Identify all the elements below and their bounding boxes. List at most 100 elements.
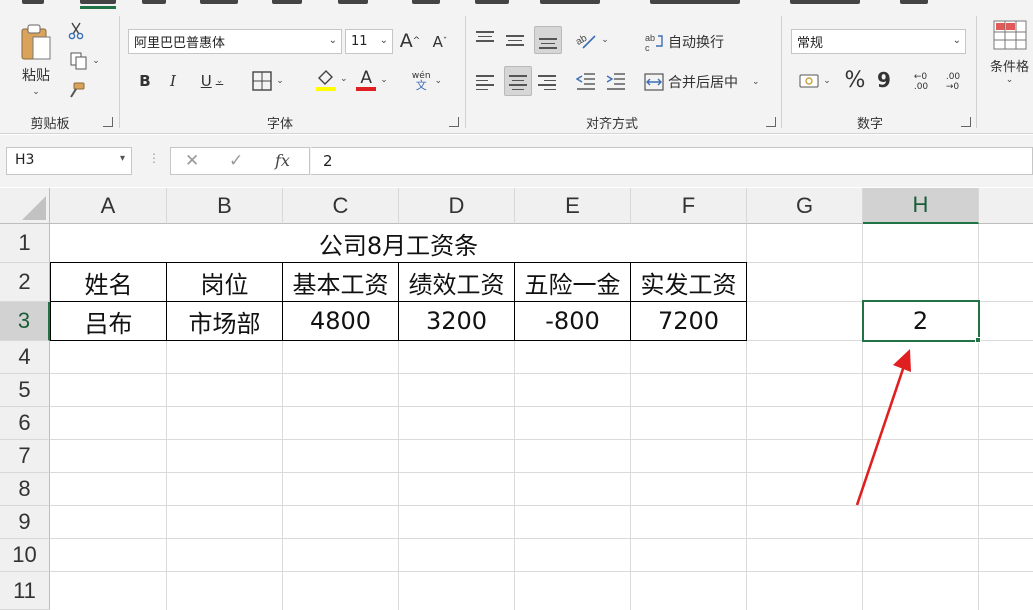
phonetic-guide-button[interactable]: wén 文 ⌄ [404, 66, 450, 96]
decrease-decimal-button[interactable]: .00 →0 [940, 68, 966, 96]
fill-handle[interactable] [975, 337, 981, 343]
tab-extra2-fragment[interactable] [900, 0, 928, 4]
tab-data-fragment[interactable] [338, 0, 368, 4]
cell-f2[interactable]: 实发工资 [631, 263, 746, 301]
accounting-format-icon [799, 74, 819, 88]
tab-insert-fragment[interactable] [142, 0, 166, 4]
font-size-combo[interactable]: 11 ⌄ [345, 29, 393, 54]
cell-c2[interactable]: 基本工资 [283, 263, 398, 301]
align-right-button[interactable] [538, 68, 562, 94]
number-launcher-icon[interactable] [961, 117, 971, 127]
row-header-1[interactable]: 1 [0, 224, 50, 263]
orientation-button[interactable]: ab ⌄ [572, 26, 612, 54]
alignment-launcher-icon[interactable] [766, 117, 776, 127]
row-header-11[interactable]: 11 [0, 572, 50, 610]
row-header-7[interactable]: 7 [0, 440, 50, 473]
paste-button[interactable]: 粘贴 ⌄ [14, 20, 58, 100]
row-header-6[interactable]: 6 [0, 407, 50, 440]
column-header-d[interactable]: D [399, 188, 515, 224]
cell-e2[interactable]: 五险一金 [515, 263, 630, 301]
row-header-8[interactable]: 8 [0, 473, 50, 506]
align-left-button[interactable] [476, 68, 500, 94]
italic-button[interactable]: I [162, 68, 184, 94]
name-box[interactable]: H3 ▾ [6, 147, 132, 175]
align-middle-button[interactable] [506, 26, 530, 52]
copy-button[interactable]: ⌄ [64, 50, 106, 72]
cell-d2[interactable]: 绩效工资 [399, 263, 514, 301]
align-bottom-button[interactable] [534, 26, 562, 54]
formula-bar-grip-icon[interactable]: ⋮ [148, 151, 160, 165]
column-header-e[interactable]: E [515, 188, 631, 224]
font-name-combo[interactable]: 阿里巴巴普惠体 ⌄ [128, 29, 342, 54]
column-header-g[interactable]: G [747, 188, 863, 224]
tab-help-fragment[interactable] [650, 0, 740, 4]
bold-button[interactable]: B [134, 68, 156, 94]
row-header-3[interactable]: 3 [0, 302, 50, 341]
cell-e3[interactable]: -800 [515, 302, 630, 340]
gridline [50, 538, 1033, 539]
tab-file-fragment[interactable] [22, 0, 44, 4]
cancel-entry-icon[interactable]: ✕ [185, 151, 199, 171]
copy-dropdown-icon[interactable]: ⌄ [92, 56, 100, 66]
tab-review-fragment[interactable] [412, 0, 440, 4]
cell-d3[interactable]: 3200 [399, 302, 514, 340]
cell-a3[interactable]: 吕布 [51, 302, 166, 340]
shrink-font-button[interactable]: Aˇ [428, 30, 452, 54]
percent-button[interactable]: % [842, 66, 868, 94]
decrease-indent-button[interactable] [574, 68, 598, 94]
font-color-button[interactable]: A ⌄ [350, 66, 394, 94]
cut-button[interactable] [64, 20, 88, 42]
tab-formulas-fragment[interactable] [272, 0, 302, 4]
accounting-format-button[interactable]: ⌄ [794, 68, 836, 94]
tab-view-fragment[interactable] [475, 0, 509, 4]
row-header-5[interactable]: 5 [0, 374, 50, 407]
comma-style-button[interactable]: 9 [874, 66, 894, 94]
clipboard-launcher-icon[interactable] [103, 117, 113, 127]
select-all-button[interactable] [0, 188, 50, 224]
number-format-combo[interactable]: 常规 ⌄ [791, 29, 966, 54]
row-header-10[interactable]: 10 [0, 539, 50, 572]
wrap-text-button[interactable]: ab c 自动换行 [644, 30, 724, 54]
column-header-a[interactable]: A [50, 188, 167, 224]
underline-button[interactable]: U ⌄ [192, 68, 232, 94]
insert-function-icon[interactable]: fx [275, 151, 290, 170]
merge-center-button[interactable]: 合并后居中 ⌄ [644, 70, 760, 94]
cell-f3[interactable]: 7200 [631, 302, 746, 340]
tab-developer-fragment[interactable] [540, 0, 600, 4]
formula-bar: H3 ▾ ⋮ ✕ ✓ fx 2 [0, 135, 1033, 187]
confirm-entry-icon[interactable]: ✓ [229, 151, 243, 171]
formula-input[interactable]: 2 [311, 147, 1033, 175]
tab-extra-fragment[interactable] [790, 0, 860, 4]
cell-a1-merged-title[interactable]: 公司8月工资条 [51, 224, 746, 262]
row-header-9[interactable]: 9 [0, 506, 50, 539]
row-header-2[interactable]: 2 [0, 263, 50, 302]
column-header-b[interactable]: B [167, 188, 283, 224]
paste-dropdown-icon[interactable]: ⌄ [32, 87, 40, 97]
column-header-c[interactable]: C [283, 188, 399, 224]
tab-pagelayout-fragment[interactable] [200, 0, 238, 4]
row-header-4[interactable]: 4 [0, 341, 50, 374]
align-top-button[interactable] [476, 26, 500, 52]
increase-indent-button[interactable] [604, 68, 628, 94]
cell-c3[interactable]: 4800 [283, 302, 398, 340]
increase-decimal-button[interactable]: ←0 .00 [908, 68, 934, 96]
grow-font-button[interactable]: A ^ [398, 28, 422, 54]
salary-title: 公司8月工资条 [318, 231, 479, 260]
percent-icon: % [844, 67, 866, 93]
column-header-f[interactable]: F [631, 188, 747, 224]
fill-color-dropdown-icon[interactable]: ⌄ [340, 74, 348, 84]
svg-text:c: c [645, 43, 650, 52]
font-launcher-icon[interactable] [449, 117, 459, 127]
cell-b3[interactable]: 市场部 [167, 302, 282, 340]
cell-a2[interactable]: 姓名 [51, 263, 166, 301]
name-box-dropdown-icon[interactable]: ▾ [120, 153, 125, 164]
cell-b2[interactable]: 岗位 [167, 263, 282, 301]
column-header-i-partial[interactable] [979, 188, 1033, 224]
borders-button[interactable]: ⌄ [246, 68, 290, 94]
conditional-format-button[interactable]: 条件格 ⌄ [986, 20, 1033, 100]
align-center-button[interactable] [504, 66, 532, 96]
tab-home-fragment[interactable] [80, 0, 116, 4]
column-header-h[interactable]: H [863, 188, 979, 224]
alignment-group-label: 对齐方式 [585, 117, 638, 132]
format-painter-button[interactable] [64, 80, 88, 102]
